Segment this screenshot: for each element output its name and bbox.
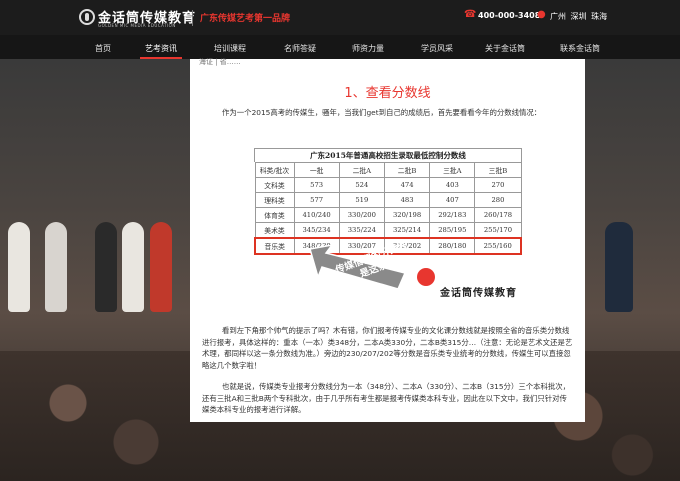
site-logo-subtitle: GOLDEN MIC MEDIA EDUCATION	[98, 23, 176, 28]
nav-teacher-qa[interactable]: 名师答疑	[284, 43, 316, 54]
table-cell: 260/178	[474, 207, 522, 223]
microphone-logo-icon[interactable]	[79, 9, 95, 25]
table-cell: 体育类	[254, 207, 295, 223]
table-header-cell: 三批B	[474, 162, 522, 178]
table-cell: 335/224	[338, 222, 385, 239]
table-cell: 403	[429, 177, 476, 193]
section-title: 1、查看分数线	[344, 86, 431, 101]
nav-faculty[interactable]: 师资力量	[352, 43, 384, 54]
table-cell: 280/180	[429, 237, 476, 255]
table-header-cell: 科类/批次	[254, 162, 295, 178]
background-person	[605, 222, 633, 312]
table-cell: 573	[293, 177, 340, 193]
article-paragraph: 作为一个2015高考的传媒生，骚年，当我们get到自己的成绩后，首先要看看今年的…	[222, 108, 542, 117]
location-pin-icon: ●	[537, 9, 546, 20]
table-cell: 255/160	[474, 237, 523, 255]
table-cell: 文科类	[254, 177, 295, 193]
watermark-logo: 金话筒传媒教育	[440, 288, 517, 299]
table-cell: 577	[293, 192, 340, 208]
table-cell: 325/214	[383, 222, 431, 239]
active-tab-indicator	[140, 57, 182, 59]
table-header-cell: 二批A	[338, 162, 385, 178]
table-row: 文科类 573 524 474 403 270	[254, 177, 522, 193]
table-header-cell: 二批B	[383, 162, 431, 178]
background-person	[45, 222, 67, 312]
table-header-cell: 一批	[293, 162, 340, 178]
table-cell: 345/234	[293, 222, 340, 239]
table-row: 体育类 410/240 330/200 320/198 292/183 260/…	[254, 207, 522, 223]
breadcrumb: 海证 | 省……	[199, 58, 241, 66]
nav-exam-news[interactable]: 艺考资讯	[145, 43, 177, 54]
background-person	[150, 222, 172, 312]
table-cell: 255/170	[474, 222, 522, 239]
table-cell: 519	[338, 192, 385, 208]
table-cell: 292/183	[429, 207, 476, 223]
table-cell: 330/200	[338, 207, 385, 223]
phone-icon: ☎	[464, 9, 477, 20]
nav-courses[interactable]: 培训课程	[214, 43, 246, 54]
table-cell: 524	[338, 177, 385, 193]
table-cell: 音乐类	[254, 237, 295, 255]
hotline-number[interactable]: 400-000-3408	[478, 11, 540, 20]
table-cell: 320/198	[383, 207, 431, 223]
table-cell: 474	[383, 177, 431, 193]
nav-about[interactable]: 关于金话筒	[485, 43, 525, 54]
city-list[interactable]: 广州 深圳 珠海	[550, 11, 607, 22]
logo-divider	[192, 10, 193, 26]
table-cell: 270	[474, 177, 522, 193]
table-cell: 483	[383, 192, 431, 208]
table-cell: 407	[429, 192, 476, 208]
table-header-cell: 三批A	[429, 162, 476, 178]
background-person	[8, 222, 30, 312]
nav-contact[interactable]: 联系金话筒	[560, 43, 600, 54]
table-cell: 280	[474, 192, 522, 208]
table-row: 理科类 577 519 483 407 280	[254, 192, 522, 208]
article-paragraph: 也就是说，传媒类专业报考分数线分为一本（348分）、二本A（330分）、二本B（…	[202, 382, 571, 414]
table-cell: 285/195	[429, 222, 476, 239]
nav-student-gallery[interactable]: 学员风采	[421, 43, 453, 54]
table-row: 美术类 345/234 335/224 325/214 285/195 255/…	[254, 222, 522, 239]
background-person	[95, 222, 117, 312]
top-bar: 金话筒传媒教育 GOLDEN MIC MEDIA EDUCATION 广东传媒艺…	[0, 0, 680, 35]
table-cell: 410/240	[293, 207, 340, 223]
table-header-row: 科类/批次 一批 二批A 二批B 三批A 三批B	[254, 162, 522, 178]
article-paragraph: 看到左下角那个帅气的提示了吗？木有错，你们报考传媒专业的文化课分数线就是按照全省…	[202, 326, 573, 370]
main-nav: 首页 艺考资讯 培训课程 名师答疑 师资力量 学员风采 关于金话筒 联系金话筒	[0, 35, 680, 59]
article-panel: 海证 | 省…… 1、查看分数线 作为一个2015高考的传媒生，骚年，当我们ge…	[190, 58, 585, 422]
table-title: 广东2015年普通高校招生录取最低控制分数线	[254, 148, 522, 162]
nav-home[interactable]: 首页	[95, 43, 111, 54]
table-cell: 美术类	[254, 222, 295, 239]
score-table: 广东2015年普通高校招生录取最低控制分数线 科类/批次 一批 二批A 二批B …	[254, 148, 523, 255]
background-person	[122, 222, 144, 312]
watermark-logo-icon	[417, 268, 435, 286]
slogan: 广东传媒艺考第一品牌	[200, 14, 291, 24]
table-cell: 理科类	[254, 192, 295, 208]
